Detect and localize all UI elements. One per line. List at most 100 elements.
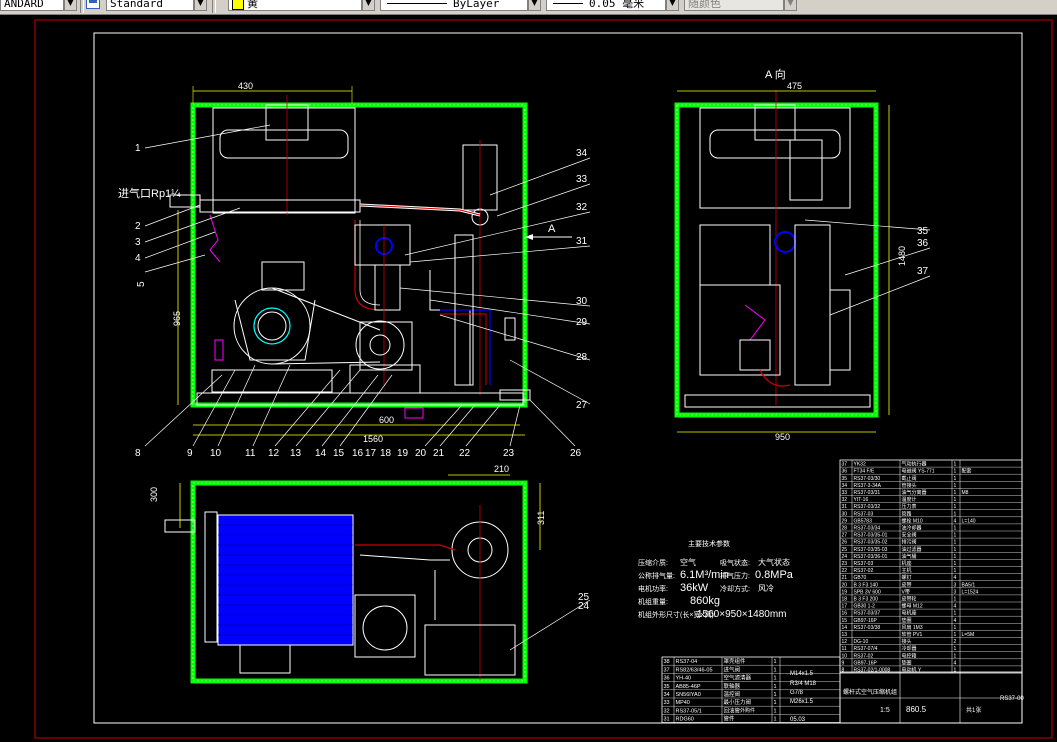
chevron-down-icon: ▼ bbox=[784, 0, 797, 11]
title-code: RS37-00 bbox=[1000, 696, 1024, 702]
table-cell: RS37-03/36-01 bbox=[854, 554, 888, 560]
table-cell: 1 bbox=[954, 469, 957, 475]
table-cell: 1 bbox=[774, 717, 777, 723]
table-row: 16 RS37-03/37 电机座 1 bbox=[842, 610, 957, 617]
title-name: 螺杆式空气压缩机组 bbox=[843, 688, 897, 696]
table-cell: DG-10 bbox=[854, 639, 869, 645]
table-cell: 1 bbox=[954, 561, 957, 567]
table-cell: GB70 bbox=[854, 575, 867, 581]
table-cell: L=5M bbox=[962, 632, 975, 638]
table-cell: 1 bbox=[954, 483, 957, 489]
filter-housing bbox=[354, 224, 411, 266]
table-cell: 1 bbox=[774, 659, 777, 665]
table-cell: 36 bbox=[664, 676, 670, 682]
lineweight-select[interactable]: 0.05 毫米 bbox=[546, 0, 666, 11]
table-row: 35 AB85-46P 联轴器 1 bbox=[664, 682, 777, 690]
table-cell: 38 bbox=[664, 659, 670, 665]
table-row: 22 RS37-02 主机 1 bbox=[842, 567, 957, 574]
table-cell: GB97-16P bbox=[854, 660, 878, 666]
table-cell: GB5783 bbox=[854, 518, 873, 524]
dim-top-a: 210 bbox=[494, 464, 509, 474]
leader-2: 2 bbox=[135, 221, 141, 232]
table-row: 12 DG-10 接头 2 bbox=[842, 638, 957, 645]
table-cell: 16 bbox=[842, 611, 848, 617]
table-cell: 32 bbox=[664, 708, 670, 714]
table-cell: 1 bbox=[954, 554, 957, 560]
table-cell: 电动机 Y bbox=[902, 667, 922, 674]
leader-19: 19 bbox=[397, 448, 409, 459]
table-cell: 1 bbox=[954, 568, 957, 574]
leader-15: 15 bbox=[333, 448, 345, 459]
chevron-down-icon[interactable]: ▼ bbox=[64, 0, 77, 11]
linetype-label: ByLayer bbox=[453, 0, 500, 10]
table-cell: 截止阀 bbox=[902, 475, 917, 482]
leader-26: 26 bbox=[570, 448, 582, 459]
spec-value: 860kg bbox=[690, 595, 720, 607]
table-cell: RS37-07/4 bbox=[854, 646, 878, 652]
table-row: 34 RS37-3-34A 管接头 1 bbox=[842, 482, 957, 489]
table-cell: 管件 bbox=[724, 715, 736, 723]
chevron-down-icon[interactable]: ▼ bbox=[194, 0, 207, 11]
spec-key: 冷却方式: bbox=[720, 584, 750, 593]
layer-select[interactable]: 黄 bbox=[228, 0, 362, 11]
dim-front-base: 600 bbox=[379, 415, 394, 425]
leader-17: 17 bbox=[365, 448, 377, 459]
table-cell: RS37-03/37 bbox=[854, 611, 881, 617]
table-cell: YH-40 bbox=[676, 676, 692, 682]
side-view-title: A 向 bbox=[765, 67, 786, 81]
table-cell: GB97-16P bbox=[854, 618, 878, 624]
table-cell: 垫圈 bbox=[902, 659, 912, 666]
table-cell: 1 bbox=[954, 597, 957, 603]
table-cell: 34 bbox=[664, 692, 670, 698]
table-cell: 皮带轮 bbox=[902, 596, 917, 603]
dim-style-icon[interactable] bbox=[86, 0, 100, 9]
table-cell: 电机座 bbox=[902, 610, 917, 617]
table-cell: 电磁阀 YS-771 bbox=[902, 468, 935, 475]
table-cell: GB30 1-2 bbox=[854, 604, 876, 610]
view-arrow-label: A bbox=[548, 223, 556, 235]
table-row: 30 RS37-03 管路 1 bbox=[842, 510, 957, 517]
table-cell: 30 bbox=[842, 511, 848, 517]
table-cell: RS37-03 bbox=[854, 511, 874, 517]
table-cell: 34 bbox=[842, 483, 848, 489]
table-cell: 3 bbox=[954, 582, 957, 588]
table-cell: 油冷却器 bbox=[902, 525, 922, 532]
chevron-down-icon[interactable]: ▼ bbox=[362, 0, 375, 11]
table-cell: 29 bbox=[842, 518, 848, 524]
separator bbox=[212, 0, 216, 13]
dim-style-select[interactable]: Standard bbox=[106, 0, 194, 11]
plan-view: 300 210 311 25 24 bbox=[149, 464, 591, 684]
table-cell: RS37-3-34A bbox=[854, 483, 882, 489]
title-scale: 1:5 bbox=[880, 707, 890, 714]
table-cell: RS37-03/31 bbox=[854, 490, 881, 496]
leader-32: 32 bbox=[576, 202, 588, 213]
table-cell: V带 bbox=[902, 589, 910, 595]
table-cell: 1 bbox=[954, 490, 957, 496]
chevron-down-icon[interactable]: ▼ bbox=[666, 0, 679, 11]
title-material: 外购件 bbox=[740, 707, 755, 714]
spec-key: 压缩介质: bbox=[638, 558, 668, 567]
leader-30: 30 bbox=[576, 296, 588, 307]
heat-exchanger bbox=[217, 514, 354, 646]
dim-top-c: 300 bbox=[149, 487, 159, 502]
table-cell: 1 bbox=[954, 625, 957, 631]
spec-value: 36kW bbox=[680, 582, 709, 594]
table-cell: 1 bbox=[954, 526, 957, 532]
text-style-select[interactable]: ANDARD bbox=[0, 0, 64, 11]
chevron-down-icon[interactable]: ▼ bbox=[528, 0, 541, 11]
dim-front-width: 430 bbox=[238, 81, 253, 91]
drawing-canvas[interactable]: 430 965 600 1560 进气口Rp1¼ A 1 2 3 4 5 34 … bbox=[0, 15, 1057, 742]
table-cell: 油过滤器 bbox=[902, 546, 922, 553]
table-row: 25 RS37-03/35-03 油过滤器 1 bbox=[842, 546, 957, 553]
front-view: 430 965 600 1560 进气口Rp1¼ A bbox=[118, 81, 572, 444]
table-cell: 压力表 bbox=[902, 503, 917, 510]
spec-value: 风冷 bbox=[758, 583, 774, 593]
table-cell: 1 bbox=[774, 700, 777, 706]
table-cell: 35 bbox=[664, 684, 670, 690]
table-cell: FT34 F/E bbox=[854, 469, 876, 475]
table-cell: RS37-03/35-02 bbox=[854, 540, 888, 546]
table-cell: 管接头 bbox=[902, 482, 917, 489]
table-cell: 罩壳组件 bbox=[724, 657, 747, 665]
linetype-select[interactable]: ByLayer bbox=[380, 0, 528, 11]
table-cell: 17 bbox=[842, 604, 848, 610]
